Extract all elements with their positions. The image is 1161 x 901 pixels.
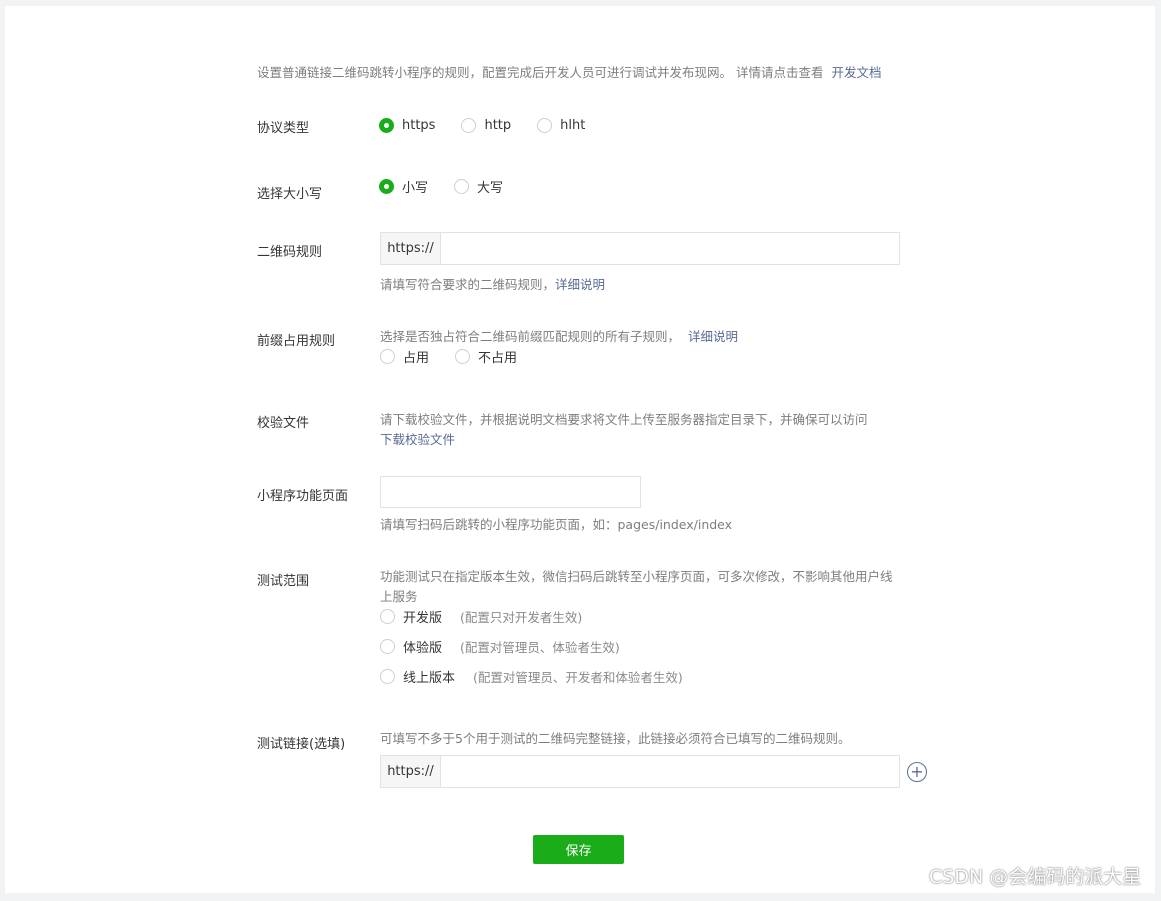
qr-rule-prefix: https:// xyxy=(381,233,441,264)
radio-unchecked-icon xyxy=(461,118,477,133)
scope-option-online[interactable]: 线上版本 (配置对管理员、开发者和体验者生效) xyxy=(380,667,683,686)
radio-unchecked-icon xyxy=(454,179,470,194)
qr-rule-hint: 请填写符合要求的二维码规则， xyxy=(380,277,556,292)
page-hint: 请填写扫码后跳转的小程序功能页面，如：pages/index/index xyxy=(380,517,733,532)
scope-option-trial[interactable]: 体验版 (配置对管理员、体验者生效) xyxy=(380,637,620,656)
page-path-input[interactable] xyxy=(380,476,641,508)
radio-unchecked-icon xyxy=(380,349,395,364)
prefix-option-not-occupy[interactable]: 不占用 xyxy=(455,347,517,366)
csdn-watermark: CSDN @会编码的派大星 xyxy=(929,866,1142,888)
scope-option-label: 线上版本 xyxy=(403,671,456,686)
radio-unchecked-icon xyxy=(537,118,553,133)
case-option-upper[interactable]: 大写 xyxy=(454,177,503,196)
radio-unchecked-icon xyxy=(380,609,395,624)
intro-line: 设置普通链接二维码跳转小程序的规则，配置完成后开发人员可进行调试并发布现网。 详… xyxy=(257,62,881,81)
radio-unchecked-icon xyxy=(455,349,471,364)
radio-unchecked-icon xyxy=(380,639,395,654)
protocol-option-label: hlht xyxy=(560,118,586,133)
prefix-option-label: 占用 xyxy=(403,351,430,366)
qr-rule-label: 二维码规则 xyxy=(257,245,323,260)
scope-option-label: 开发版 xyxy=(403,611,443,626)
test-scope-desc-line1: 功能测试只在指定版本生效，微信扫码后跳转至小程序页面，可多次修改，不影响其他用户… xyxy=(380,569,893,584)
case-label: 选择大小写 xyxy=(257,187,323,202)
case-option-label: 小写 xyxy=(402,181,429,196)
prefix-option-label: 不占用 xyxy=(478,351,518,366)
prefix-rule-radio-group: 占用 不占用 xyxy=(380,347,543,366)
plus-icon: + xyxy=(910,762,924,781)
radio-unchecked-icon xyxy=(380,669,395,684)
test-scope-desc-line2: 上服务 xyxy=(380,589,418,604)
prefix-rule-desc: 选择是否独占符合二维码前缀匹配规则的所有子规则， xyxy=(380,329,681,344)
test-scope-label: 测试范围 xyxy=(257,574,310,589)
prefix-option-occupy[interactable]: 占用 xyxy=(380,347,429,366)
case-option-label: 大写 xyxy=(477,181,504,196)
test-link-prefix: https:// xyxy=(381,756,441,787)
scope-option-note: (配置对管理员、开发者和体验者生效) xyxy=(473,670,683,685)
qr-rule-detail-link[interactable]: 详细说明 xyxy=(555,277,605,292)
add-test-link-button[interactable]: + xyxy=(907,762,927,782)
qr-rule-hint-line: 请填写符合要求的二维码规则，详细说明 xyxy=(380,274,605,293)
scope-option-dev[interactable]: 开发版 (配置只对开发者生效) xyxy=(380,607,582,626)
verify-file-label: 校验文件 xyxy=(257,416,310,431)
download-verify-file-link[interactable]: 下载校验文件 xyxy=(380,429,455,448)
protocol-option-label: https xyxy=(402,118,436,133)
case-option-lower[interactable]: 小写 xyxy=(379,177,428,196)
dev-docs-link[interactable]: 开发文档 xyxy=(831,65,881,80)
test-link-desc: 可填写不多于5个用于测试的二维码完整链接，此链接必须符合已填写的二维码规则。 xyxy=(380,731,851,746)
qr-rule-input-group: https:// xyxy=(380,232,900,265)
radio-checked-icon xyxy=(379,118,394,133)
test-link-label: 测试链接(选填) xyxy=(257,737,346,752)
protocol-option-label: http xyxy=(484,118,512,133)
protocol-option-hlht[interactable]: hlht xyxy=(537,118,585,133)
page-label: 小程序功能页面 xyxy=(257,489,349,504)
protocol-option-http[interactable]: http xyxy=(461,118,511,133)
prefix-rule-desc-line: 选择是否独占符合二维码前缀匹配规则的所有子规则， 详细说明 xyxy=(380,326,738,345)
protocol-option-https[interactable]: https xyxy=(379,118,435,133)
test-link-input[interactable] xyxy=(441,756,899,787)
settings-card: 设置普通链接二维码跳转小程序的规则，配置完成后开发人员可进行调试并发布现网。 详… xyxy=(5,6,1155,893)
qr-rule-input[interactable] xyxy=(441,233,899,264)
protocol-label: 协议类型 xyxy=(257,121,310,136)
scope-option-label: 体验版 xyxy=(403,641,443,656)
test-link-input-group: https:// xyxy=(380,755,900,788)
scope-option-note: (配置对管理员、体验者生效) xyxy=(460,640,620,655)
prefix-rule-label: 前缀占用规则 xyxy=(257,334,336,349)
prefix-rule-detail-link[interactable]: 详细说明 xyxy=(688,329,738,344)
radio-checked-icon xyxy=(379,179,394,194)
save-button[interactable]: 保存 xyxy=(533,835,624,864)
intro-text: 设置普通链接二维码跳转小程序的规则，配置完成后开发人员可进行调试并发布现网。 详… xyxy=(257,65,824,80)
protocol-radio-group: https http hlht xyxy=(379,118,611,133)
case-radio-group: 小写 大写 xyxy=(379,177,529,196)
scope-option-note: (配置只对开发者生效) xyxy=(460,610,583,625)
verify-file-desc: 请下载校验文件，并根据说明文档要求将文件上传至服务器指定目录下，并确保可以访问 xyxy=(380,412,868,427)
